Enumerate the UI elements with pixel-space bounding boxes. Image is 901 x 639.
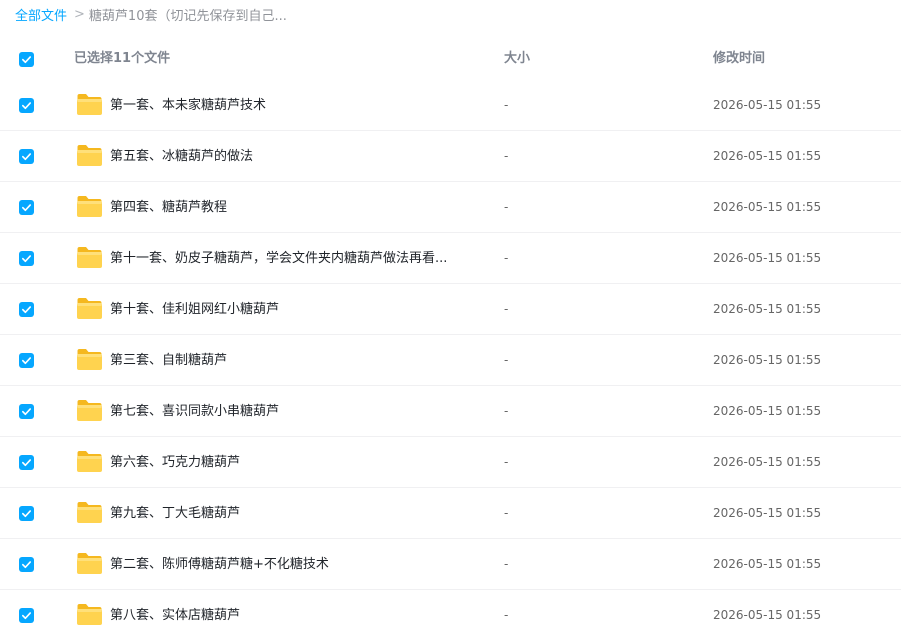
folder-icon — [77, 502, 102, 523]
file-name[interactable]: 第二套、陈师傅糖葫芦糖+不化糖技术 — [110, 539, 329, 590]
folder-icon — [77, 451, 102, 472]
row-checkbox[interactable] — [19, 608, 34, 623]
row-checkbox[interactable] — [19, 455, 34, 470]
file-modified-time: 2026-05-15 01:55 — [713, 455, 822, 469]
file-size: - — [504, 557, 509, 571]
file-modified-time: 2026-05-15 01:55 — [713, 149, 822, 163]
file-name[interactable]: 第十一套、奶皮子糖葫芦，学会文件夹内糖葫芦做法再看... — [110, 233, 447, 284]
file-size: - — [504, 506, 509, 520]
row-checkbox[interactable] — [19, 251, 34, 266]
file-name[interactable]: 第十套、佳利姐网红小糖葫芦 — [110, 284, 279, 335]
checkmark-icon — [22, 561, 31, 569]
file-name[interactable]: 第四套、糖葫芦教程 — [110, 182, 227, 233]
checkmark-icon — [22, 153, 31, 161]
file-size: - — [504, 200, 509, 214]
row-checkbox[interactable] — [19, 200, 34, 215]
row-checkbox[interactable] — [19, 557, 34, 572]
folder-icon — [77, 298, 102, 319]
file-row[interactable]: 第一套、本未家糖葫芦技术 - 2026-05-15 01:55 — [0, 80, 901, 131]
checkmark-icon — [22, 612, 31, 620]
select-all-checkbox[interactable] — [19, 52, 34, 67]
file-size: - — [504, 251, 509, 265]
checkmark-icon — [22, 459, 31, 467]
file-list-header: 已选择11个文件 大小 修改时间 — [0, 34, 901, 84]
folder-icon — [77, 145, 102, 166]
file-row[interactable]: 第二套、陈师傅糖葫芦糖+不化糖技术 - 2026-05-15 01:55 — [0, 539, 901, 590]
file-row[interactable]: 第八套、实体店糖葫芦 - 2026-05-15 01:55 — [0, 590, 901, 639]
file-modified-time: 2026-05-15 01:55 — [713, 200, 822, 214]
file-modified-time: 2026-05-15 01:55 — [713, 506, 822, 520]
folder-icon — [77, 553, 102, 574]
chevron-right-icon: > — [74, 6, 85, 22]
row-checkbox[interactable] — [19, 404, 34, 419]
breadcrumb: 全部文件 > 糖葫芦10套（切记先保存到自己... — [15, 0, 287, 28]
file-modified-time: 2026-05-15 01:55 — [713, 353, 822, 367]
folder-icon — [77, 196, 102, 217]
modified-time-column-header[interactable]: 修改时间 — [713, 34, 765, 84]
checkmark-icon — [22, 510, 31, 518]
breadcrumb-root-link[interactable]: 全部文件 — [15, 5, 67, 24]
file-row[interactable]: 第五套、冰糖葫芦的做法 - 2026-05-15 01:55 — [0, 131, 901, 182]
file-name[interactable]: 第三套、自制糖葫芦 — [110, 335, 227, 386]
file-name[interactable]: 第七套、喜识同款小串糖葫芦 — [110, 386, 279, 437]
folder-icon — [77, 349, 102, 370]
checkmark-icon — [22, 56, 31, 64]
selection-count-label: 已选择11个文件 — [74, 51, 171, 66]
file-size: - — [504, 353, 509, 367]
file-size: - — [504, 98, 509, 112]
checkmark-icon — [22, 255, 31, 263]
file-modified-time: 2026-05-15 01:55 — [713, 608, 822, 622]
file-row[interactable]: 第四套、糖葫芦教程 - 2026-05-15 01:55 — [0, 182, 901, 233]
file-modified-time: 2026-05-15 01:55 — [713, 251, 822, 265]
breadcrumb-current: 糖葫芦10套（切记先保存到自己... — [88, 8, 287, 24]
checkmark-icon — [22, 204, 31, 212]
checkmark-icon — [22, 357, 31, 365]
file-modified-time: 2026-05-15 01:55 — [713, 557, 822, 571]
file-name[interactable]: 第一套、本未家糖葫芦技术 — [110, 80, 266, 131]
row-checkbox[interactable] — [19, 506, 34, 521]
checkmark-icon — [22, 408, 31, 416]
folder-icon — [77, 94, 102, 115]
file-size: - — [504, 149, 509, 163]
file-name[interactable]: 第六套、巧克力糖葫芦 — [110, 437, 240, 488]
folder-icon — [77, 604, 102, 625]
file-size: - — [504, 608, 509, 622]
file-name[interactable]: 第五套、冰糖葫芦的做法 — [110, 131, 253, 182]
file-name[interactable]: 第九套、丁大毛糖葫芦 — [110, 488, 240, 539]
file-list: 第一套、本未家糖葫芦技术 - 2026-05-15 01:55 第五套、冰糖葫芦… — [0, 80, 901, 639]
row-checkbox[interactable] — [19, 149, 34, 164]
size-column-header[interactable]: 大小 — [504, 34, 530, 84]
file-row[interactable]: 第九套、丁大毛糖葫芦 - 2026-05-15 01:55 — [0, 488, 901, 539]
file-row[interactable]: 第三套、自制糖葫芦 - 2026-05-15 01:55 — [0, 335, 901, 386]
file-row[interactable]: 第十一套、奶皮子糖葫芦，学会文件夹内糖葫芦做法再看... - 2026-05-1… — [0, 233, 901, 284]
file-modified-time: 2026-05-15 01:55 — [713, 302, 822, 316]
file-modified-time: 2026-05-15 01:55 — [713, 404, 822, 418]
file-size: - — [504, 302, 509, 316]
file-row[interactable]: 第十套、佳利姐网红小糖葫芦 - 2026-05-15 01:55 — [0, 284, 901, 335]
file-row[interactable]: 第六套、巧克力糖葫芦 - 2026-05-15 01:55 — [0, 437, 901, 488]
checkmark-icon — [22, 306, 31, 314]
row-checkbox[interactable] — [19, 98, 34, 113]
folder-icon — [77, 247, 102, 268]
checkmark-icon — [22, 102, 31, 110]
row-checkbox[interactable] — [19, 302, 34, 317]
file-size: - — [504, 404, 509, 418]
file-size: - — [504, 455, 509, 469]
file-name[interactable]: 第八套、实体店糖葫芦 — [110, 590, 240, 639]
file-row[interactable]: 第七套、喜识同款小串糖葫芦 - 2026-05-15 01:55 — [0, 386, 901, 437]
row-checkbox[interactable] — [19, 353, 34, 368]
folder-icon — [77, 400, 102, 421]
file-modified-time: 2026-05-15 01:55 — [713, 98, 822, 112]
